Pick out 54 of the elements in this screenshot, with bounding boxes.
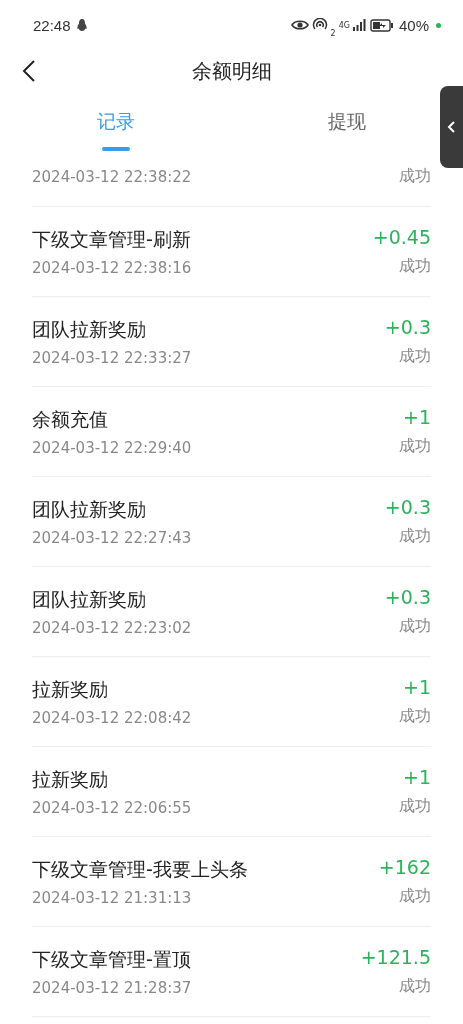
chevron-left-icon (446, 120, 457, 134)
record-amount: +121.5 (360, 946, 431, 970)
notification-dot (436, 22, 441, 28)
tab[interactable]: 提现 (320, 105, 375, 139)
record-title: 下级文章管理-置顶 (32, 946, 192, 972)
record-time: 2024-03-12 22:33:27 (32, 348, 192, 367)
network-type: 4G (338, 20, 350, 30)
record-time: 2024-03-12 22:06:55 (32, 798, 192, 817)
record-title: 下级文章管理-刷新 (32, 226, 192, 252)
signal-icon (352, 19, 367, 31)
record-title: 团队拉新奖励 (32, 316, 147, 342)
record-amount: +0.3 (384, 496, 431, 520)
back-icon (22, 59, 36, 83)
clock-time: 22:48 (33, 16, 71, 34)
record-time: 2024-03-12 22:27:43 (32, 528, 192, 547)
record-status: 成功 (399, 796, 431, 817)
record-status: 成功 (399, 616, 431, 637)
record-time: 2024-03-12 22:29:40 (32, 438, 192, 457)
eye-icon (290, 19, 309, 31)
tab[interactable]: 记录 (88, 105, 143, 139)
record-time: 2024-03-12 22:38:22 (32, 167, 192, 186)
record-status: 成功 (399, 976, 431, 997)
record-amount: +0.45 (372, 226, 431, 250)
record-time: 2024-03-12 22:38:16 (32, 258, 192, 277)
record-amount: +1 (403, 766, 431, 790)
record-time: 2024-03-12 21:28:37 (32, 978, 192, 997)
record-title: 团队拉新奖励 (32, 586, 147, 612)
record-amount: +1 (403, 676, 431, 700)
penguin-icon (75, 18, 88, 32)
hotspot-icon (311, 18, 328, 32)
record-time: 2024-03-12 22:23:02 (32, 618, 192, 637)
record-time: 2024-03-12 21:31:13 (32, 888, 193, 907)
record-status: 成功 (399, 526, 431, 547)
record-title: 团队拉新奖励 (32, 496, 147, 522)
sim-label: 2 (330, 28, 336, 38)
side-panel-handle[interactable] (440, 86, 463, 168)
tab-indicator (101, 147, 130, 151)
record-title: 拉新奖励 (32, 676, 109, 702)
record-title: 拉新奖励 (32, 766, 109, 792)
record-amount: +1 (403, 406, 431, 430)
record-status: 成功 (399, 706, 431, 727)
record-status: 成功 (399, 436, 431, 457)
record-title: 余额充值 (32, 406, 109, 432)
record-status: 成功 (399, 346, 431, 367)
record-status: 成功 (399, 166, 431, 187)
record-time: 2024-03-12 22:08:42 (32, 708, 192, 727)
record-title: 下级文章管理-我要上头条 (32, 856, 248, 882)
page-title: 余额明细 (191, 57, 272, 85)
record-amount: +0.3 (384, 316, 431, 340)
record-status: 成功 (399, 256, 431, 277)
battery-percent: 40% (398, 16, 429, 34)
record-amount: +0.3 (384, 586, 431, 610)
record-amount: +162 (378, 856, 431, 880)
record-status: 成功 (399, 886, 431, 907)
